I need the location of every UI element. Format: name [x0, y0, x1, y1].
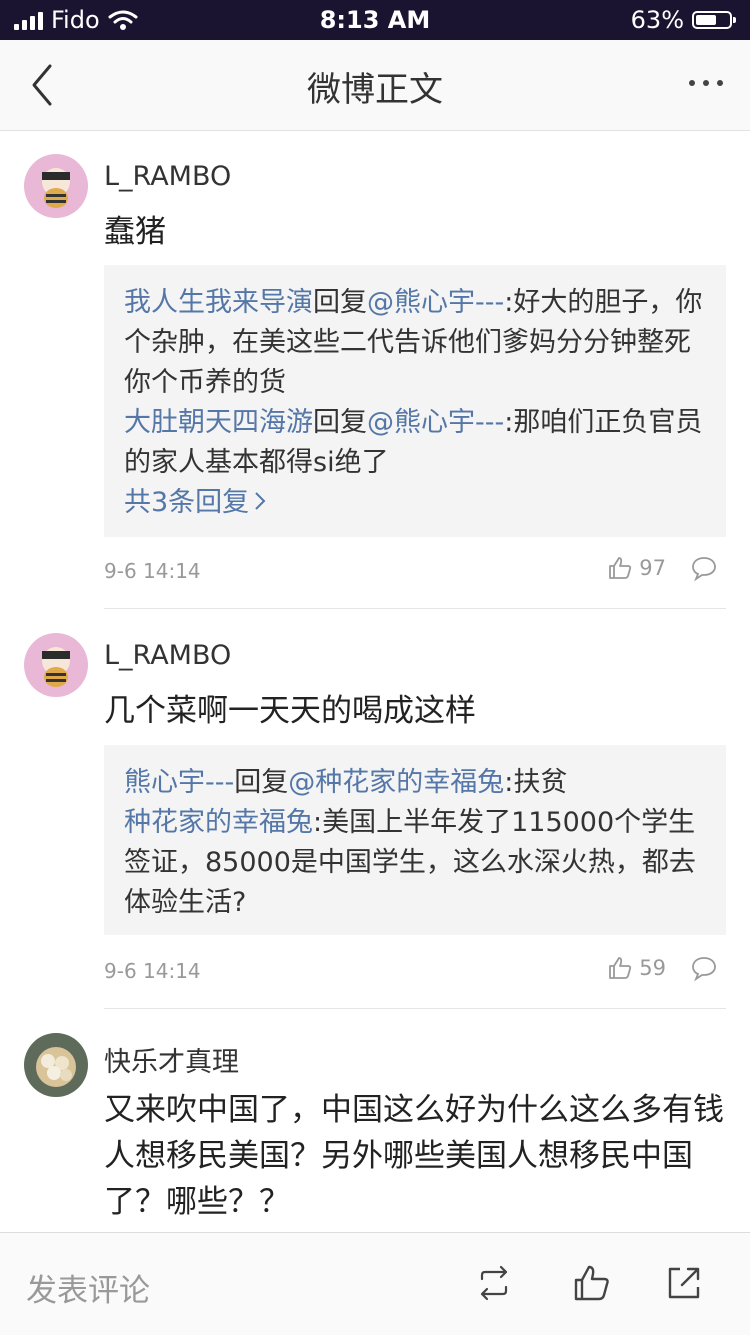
bottom-toolbar: 发表评论 [0, 1232, 750, 1335]
comment-time: 9-6 14:14 [104, 559, 201, 583]
reply-verb: 回复 [234, 767, 289, 798]
reply-user[interactable]: 种花家的幸福兔 [124, 807, 313, 838]
comment-time: 9-6 14:14 [104, 959, 201, 983]
like-icon [574, 1265, 609, 1301]
comment-bubble-icon [692, 957, 716, 982]
repost-icon [480, 1265, 508, 1301]
like-count: 59 [639, 956, 666, 980]
comment-meta: 9-6 14:14 97 [104, 551, 726, 591]
reply-line: 种花家的幸福兔:美国上半年发了115000个学生签证，85000是中国学生，这么… [124, 803, 706, 923]
divider [104, 1008, 726, 1009]
share-button[interactable] [664, 1263, 704, 1303]
avatar[interactable] [24, 154, 88, 218]
status-bar: Fido 8:13 AM 63% [0, 0, 750, 40]
reply-text: :扶贫 [504, 767, 568, 798]
username[interactable]: L_RAMBO [104, 161, 231, 192]
username[interactable]: L_RAMBO [104, 640, 231, 671]
reply-preview[interactable]: 熊心宇---回复@种花家的幸福兔:扶贫 种花家的幸福兔:美国上半年发了11500… [104, 745, 726, 935]
avatar[interactable] [24, 633, 88, 697]
like-button[interactable]: 97 [607, 555, 666, 581]
more-dots-icon [689, 80, 723, 86]
more-button[interactable] [686, 68, 726, 98]
avatar[interactable] [24, 1033, 88, 1097]
comment-list: L_RAMBO 蠢猪 我人生我来导演回复@熊心宇---:好大的胆子，你个杂肿，在… [0, 131, 750, 1231]
reply-user[interactable]: 我人生我来导演 [124, 287, 313, 318]
avatar-image [24, 1033, 88, 1097]
comment-bubble-icon [692, 557, 716, 582]
comment-text: 几个菜啊一天天的喝成这样 [104, 693, 476, 729]
divider [104, 608, 726, 609]
comment-text: 蠢猪 [104, 214, 166, 250]
reply-user[interactable]: 大肚朝天四海游 [124, 407, 313, 438]
reply-mention[interactable]: @种花家的幸福兔 [288, 767, 504, 798]
reply-line: 熊心宇---回复@种花家的幸福兔:扶贫 [124, 763, 706, 803]
thumbs-up-icon [609, 957, 632, 979]
reply-button[interactable] [690, 955, 718, 986]
page-title: 微博正文 [307, 70, 443, 110]
comment-text: 又来吹中国了，中国这么好为什么这么多有钱人想移民美国？另外哪些美国人想移民中国了… [104, 1092, 724, 1220]
reply-mention[interactable]: @熊心宇--- [367, 407, 504, 438]
comment-meta: 9-6 14:14 59 [104, 951, 726, 991]
username[interactable]: 快乐才真理 [104, 1040, 239, 1079]
like-button[interactable]: 59 [607, 955, 666, 981]
comment-input[interactable]: 发表评论 [26, 1265, 150, 1310]
avatar-image [24, 154, 88, 218]
more-replies-label: 共3条回复 [124, 487, 250, 518]
reply-preview[interactable]: 我人生我来导演回复@熊心宇---:好大的胆子，你个杂肿，在美这些二代告诉他们爹妈… [104, 265, 726, 537]
reply-verb: 回复 [313, 407, 367, 438]
reply-line: 大肚朝天四海游回复@熊心宇---:那咱们正负官员的家人基本都得si绝了 [124, 403, 706, 483]
more-replies-link[interactable]: 共3条回复 [124, 483, 706, 523]
thumbs-up-icon [609, 557, 632, 579]
battery-level [696, 15, 716, 25]
battery-icon [692, 11, 736, 29]
reply-line: 我人生我来导演回复@熊心宇---:好大的胆子，你个杂肿，在美这些二代告诉他们爹妈… [124, 283, 706, 403]
battery-percent: 63% [630, 6, 684, 34]
reply-button[interactable] [690, 555, 718, 586]
nav-bar: 微博正文 [0, 40, 750, 131]
like-toolbar-button[interactable] [572, 1263, 612, 1303]
reply-mention[interactable]: @熊心宇--- [367, 287, 504, 318]
avatar-image [24, 633, 88, 697]
chevron-right-icon [255, 492, 266, 510]
reply-verb: 回复 [313, 287, 367, 318]
reply-user[interactable]: 熊心宇--- [124, 767, 234, 798]
share-icon [668, 1267, 700, 1299]
status-right: 63% [630, 6, 736, 34]
like-count: 97 [639, 556, 666, 580]
repost-button[interactable] [474, 1263, 514, 1303]
